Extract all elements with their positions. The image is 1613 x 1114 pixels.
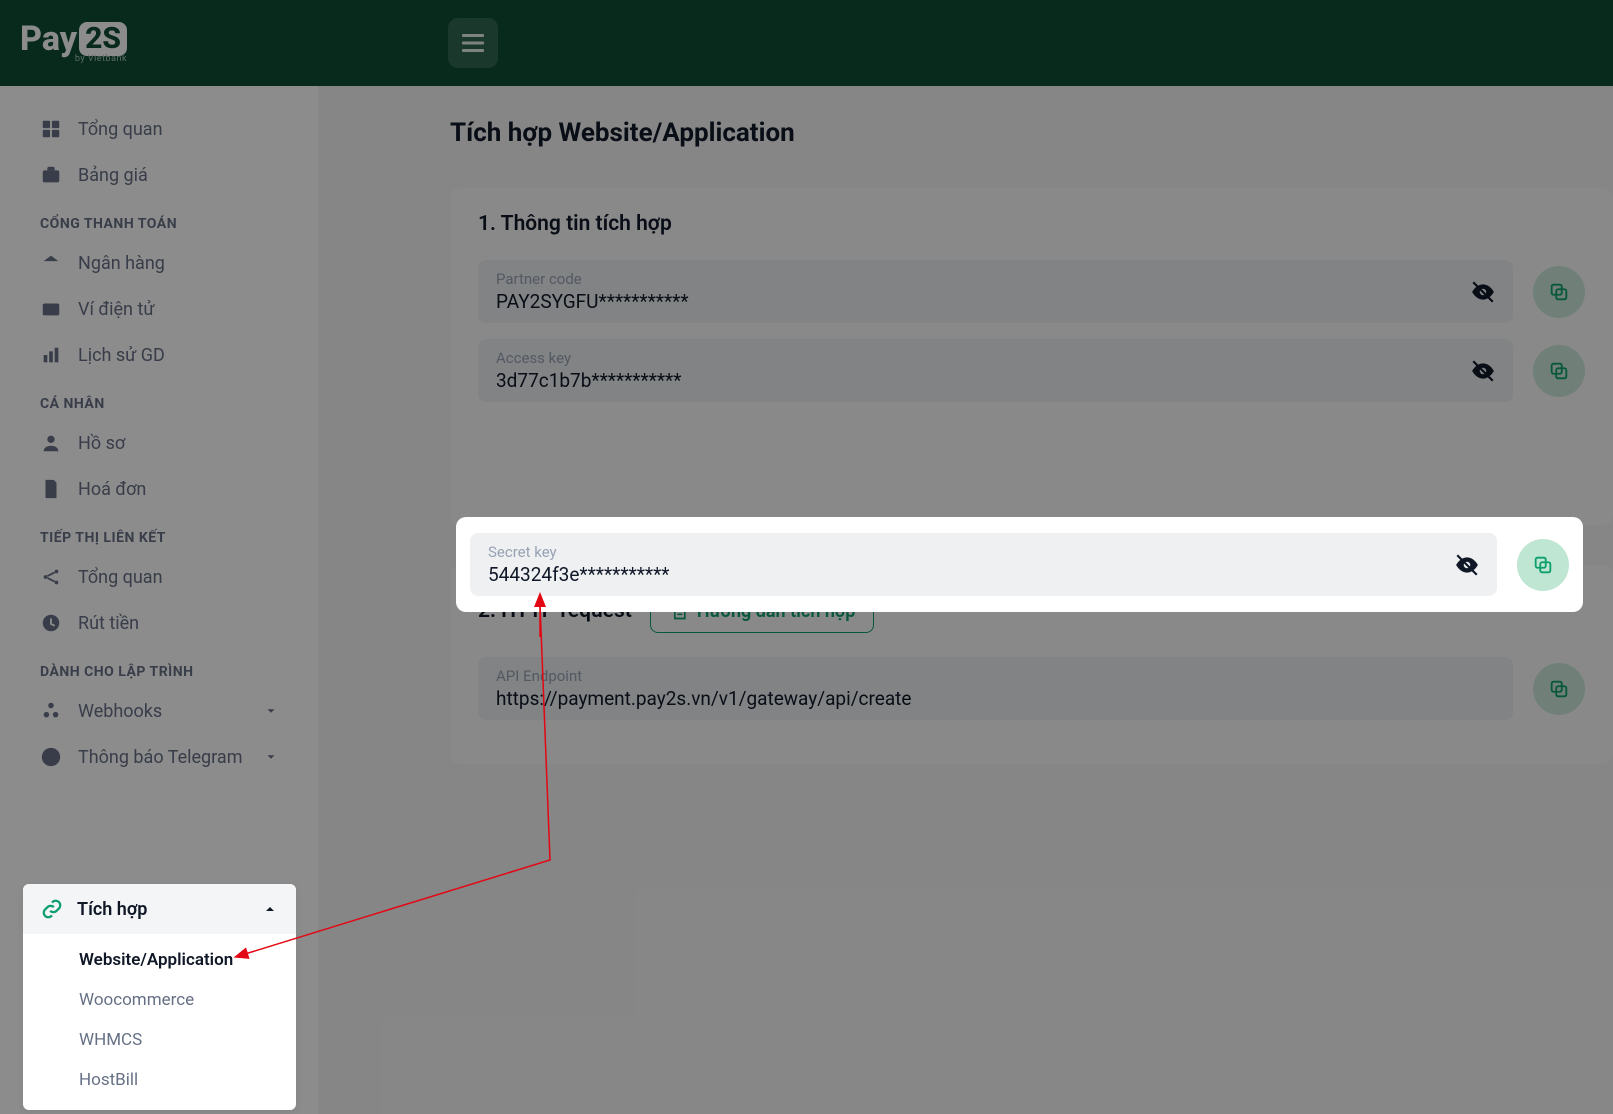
- toggle-visibility-button[interactable]: [1469, 357, 1497, 385]
- submenu-hostbill[interactable]: HostBill: [79, 1060, 296, 1100]
- telegram-icon: [40, 746, 62, 768]
- eye-off-icon: [1470, 358, 1496, 384]
- copy-endpoint-button[interactable]: [1533, 663, 1585, 715]
- partner-code-row: Partner code PAY2SYGFU***********: [478, 260, 1585, 323]
- copy-secret-key-button[interactable]: [1517, 539, 1569, 591]
- bank-icon: [40, 252, 62, 274]
- access-key-row: Access key 3d77c1b7b***********: [478, 339, 1585, 402]
- eye-off-icon: [1470, 279, 1496, 305]
- copy-icon: [1548, 360, 1570, 382]
- sidebar-item-label: Thông báo Telegram: [78, 747, 242, 768]
- api-endpoint-field: API Endpoint https://payment.pay2s.vn/v1…: [478, 657, 1513, 720]
- field-label: Partner code: [496, 270, 1457, 288]
- receipt-icon: [40, 478, 62, 500]
- secret-key-field: Secret key 544324f3e***********: [470, 533, 1497, 596]
- sidebar-item-pricing[interactable]: Bảng giá: [0, 152, 318, 198]
- access-key-field: Access key 3d77c1b7b***********: [478, 339, 1513, 402]
- sidebar-item-label: Webhooks: [78, 701, 162, 722]
- sidebar-item-label: Hoá đơn: [78, 479, 146, 500]
- sidebar-item-withdraw[interactable]: Rút tiền: [0, 600, 318, 646]
- copy-partner-code-button[interactable]: [1533, 266, 1585, 318]
- logo-text-2: 2S: [79, 22, 127, 56]
- sidebar-item-label: Tổng quan: [78, 567, 163, 588]
- logo-subtitle: by Vietbank: [75, 54, 127, 64]
- sidebar-item-history[interactable]: Lịch sử GD: [0, 332, 318, 378]
- sidebar-item-overview[interactable]: Tổng quan: [0, 106, 318, 152]
- sidebar-item-webhooks[interactable]: Webhooks: [0, 688, 318, 734]
- logo[interactable]: Pay 2S by Vietbank: [0, 0, 318, 86]
- sidebar-item-label: Ngân hàng: [78, 253, 165, 274]
- partner-code-field: Partner code PAY2SYGFU***********: [478, 260, 1513, 323]
- sidebar-section-gateway: CỔNG THANH TOÁN: [0, 198, 318, 240]
- chart-icon: [40, 344, 62, 366]
- sidebar-section-affiliate: TIẾP THỊ LIÊN KẾT: [0, 512, 318, 554]
- topbar: Pay 2S by Vietbank: [0, 0, 1613, 86]
- sidebar-item-label: Rút tiền: [78, 613, 139, 634]
- field-value: 544324f3e***********: [488, 563, 1441, 586]
- copy-icon: [1548, 678, 1570, 700]
- sidebar-item-label: Hồ sơ: [78, 433, 125, 454]
- dashboard-icon: [40, 118, 62, 140]
- copy-access-key-button[interactable]: [1533, 345, 1585, 397]
- field-label: API Endpoint: [496, 667, 1457, 685]
- integration-info-card: 1. Thông tin tích hợp Partner code PAY2S…: [450, 188, 1613, 525]
- sidebar-toggle-button[interactable]: [448, 18, 498, 68]
- api-endpoint-row: API Endpoint https://payment.pay2s.vn/v1…: [478, 657, 1585, 720]
- sidebar-item-label: Tổng quan: [78, 119, 163, 140]
- chevron-down-icon: [264, 704, 278, 718]
- sidebar-item-label: Tích hợp: [77, 899, 147, 920]
- webhook-icon: [40, 700, 62, 722]
- sidebar-section-dev: DÀNH CHO LẬP TRÌNH: [0, 646, 318, 688]
- withdraw-icon: [40, 612, 62, 634]
- field-value: https://payment.pay2s.vn/v1/gateway/api/…: [496, 687, 1457, 710]
- sidebar-item-telegram[interactable]: Thông báo Telegram: [0, 734, 318, 780]
- link-icon: [41, 898, 63, 920]
- submenu-woocommerce[interactable]: Woocommerce: [79, 980, 296, 1020]
- toggle-visibility-button[interactable]: [1469, 278, 1497, 306]
- page-title: Tích hợp Website/Application: [450, 118, 1613, 148]
- sidebar-item-ewallet[interactable]: Ví điện tử: [0, 286, 318, 332]
- eye-off-icon: [1454, 552, 1480, 578]
- sidebar-item-profile[interactable]: Hồ sơ: [0, 420, 318, 466]
- field-value: 3d77c1b7b***********: [496, 369, 1457, 392]
- field-label: Secret key: [488, 543, 1441, 561]
- chevron-up-icon: [262, 901, 278, 917]
- copy-icon: [1532, 554, 1554, 576]
- share-icon: [40, 566, 62, 588]
- wallet-icon: [40, 298, 62, 320]
- sidebar-item-integrate[interactable]: Tích hợp: [23, 884, 296, 934]
- menu-icon: [462, 34, 484, 52]
- integrate-submenu: Website/Application Woocommerce WHMCS Ho…: [23, 934, 296, 1100]
- sidebar-item-label: Lịch sử GD: [78, 345, 165, 366]
- sidebar-item-invoice[interactable]: Hoá đơn: [0, 466, 318, 512]
- submenu-whmcs[interactable]: WHMCS: [79, 1020, 296, 1060]
- submenu-website-app[interactable]: Website/Application: [79, 940, 296, 980]
- secret-key-row-highlight: Secret key 544324f3e***********: [456, 517, 1583, 612]
- field-label: Access key: [496, 349, 1457, 367]
- sidebar-item-label: Bảng giá: [78, 165, 148, 186]
- sidebar-integrate-highlight: Tích hợp Website/Application Woocommerce…: [23, 884, 296, 1110]
- copy-icon: [1548, 281, 1570, 303]
- toggle-visibility-button[interactable]: [1453, 551, 1481, 579]
- sidebar-item-label: Ví điện tử: [78, 299, 155, 320]
- sidebar-item-aff-overview[interactable]: Tổng quan: [0, 554, 318, 600]
- logo-text-1: Pay: [20, 22, 77, 56]
- card-title: 1. Thông tin tích hợp: [478, 212, 1585, 236]
- briefcase-icon: [40, 164, 62, 186]
- sidebar-section-personal: CÁ NHÂN: [0, 378, 318, 420]
- field-value: PAY2SYGFU***********: [496, 290, 1457, 313]
- user-icon: [40, 432, 62, 454]
- sidebar-item-bank[interactable]: Ngân hàng: [0, 240, 318, 286]
- chevron-down-icon: [264, 750, 278, 764]
